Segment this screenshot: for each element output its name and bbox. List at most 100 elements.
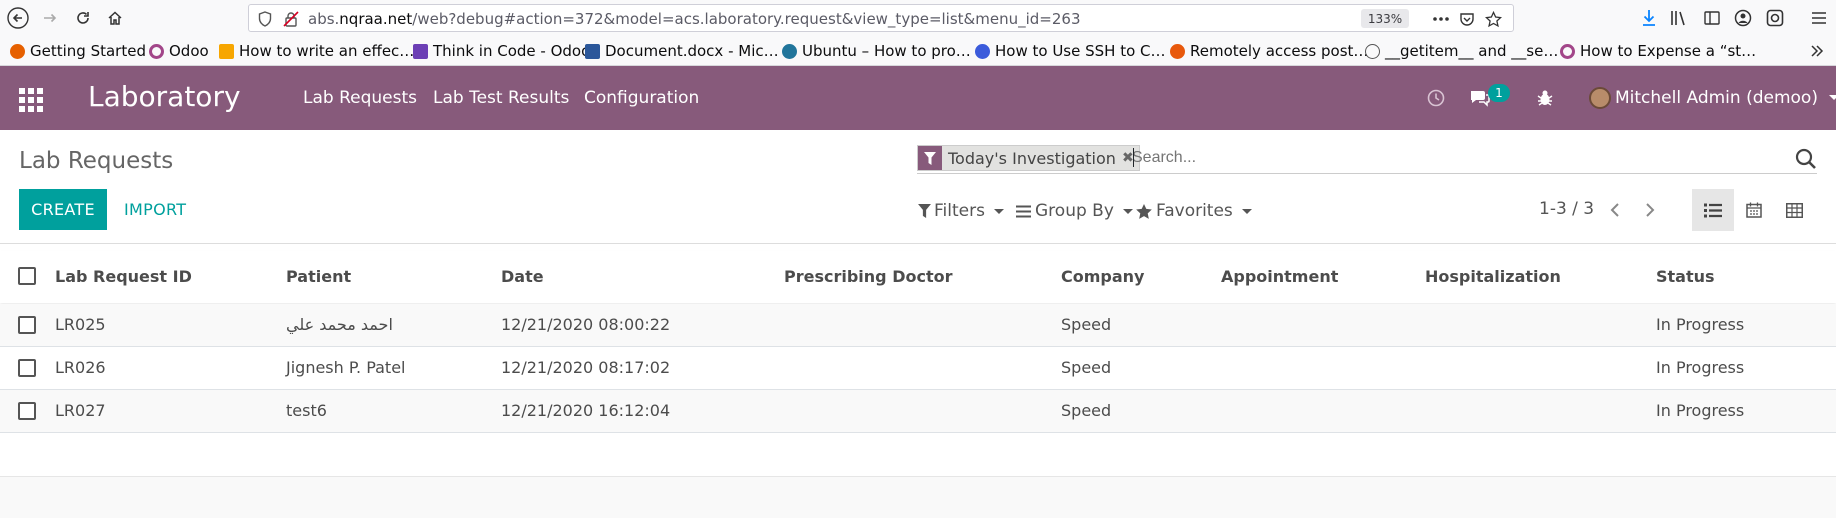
menu-lab-requests[interactable]: Lab Requests <box>303 88 417 108</box>
list-view-button[interactable] <box>1692 189 1734 231</box>
calendar-view-button[interactable] <box>1733 189 1775 231</box>
user-menu[interactable]: Mitchell Admin (demoo) <box>1615 88 1836 108</box>
bookmark-document-docx[interactable]: Document.docx - Mic… <box>585 42 779 60</box>
hamburger-icon <box>1812 12 1826 24</box>
row-checkbox[interactable] <box>18 316 36 334</box>
home-button[interactable] <box>103 6 127 30</box>
pager-previous-button[interactable] <box>1603 198 1627 222</box>
caret-down-icon <box>1122 208 1133 214</box>
row-checkbox[interactable] <box>18 402 36 420</box>
app-brand[interactable]: Laboratory <box>88 80 241 113</box>
bookmark-getitem[interactable]: __getitem__ and __se… <box>1365 42 1558 60</box>
bookmark-how-to-write[interactable]: How to write an effec… <box>219 42 414 60</box>
cell-company: Speed <box>1061 315 1112 334</box>
column-header-hospitalization[interactable]: Hospitalization <box>1425 267 1561 286</box>
downloads-button[interactable] <box>1637 6 1661 30</box>
column-header-prescribing-doctor[interactable]: Prescribing Doctor <box>784 267 953 286</box>
back-arrow-icon <box>7 7 29 29</box>
bookmark-ubuntu[interactable]: Ubuntu – How to pro… <box>782 42 971 60</box>
shield-icon[interactable] <box>256 10 274 28</box>
reload-button[interactable] <box>71 6 95 30</box>
pocket-icon[interactable] <box>1458 10 1476 28</box>
odoo-icon <box>149 43 164 59</box>
bookmark-getting-started[interactable]: Getting Started <box>10 42 146 60</box>
bookmarks-overflow-button[interactable] <box>1810 42 1824 60</box>
menu-configuration[interactable]: Configuration <box>584 88 699 108</box>
back-button[interactable] <box>6 6 30 30</box>
table-row[interactable]: LR026 Jignesh P. Patel 12/21/2020 08:17:… <box>0 347 1836 390</box>
cell-company: Speed <box>1061 401 1112 420</box>
caret-down-icon <box>1241 208 1252 214</box>
column-header-date[interactable]: Date <box>501 267 544 286</box>
askubuntu-icon <box>1170 43 1185 59</box>
bookmark-label: Think in Code - Odoo <box>433 42 591 60</box>
bookmark-label: How to Expense a “st… <box>1580 42 1757 60</box>
pivot-view-button[interactable] <box>1773 189 1815 231</box>
debug-bug-icon[interactable] <box>1535 86 1555 110</box>
filters-dropdown[interactable]: Filters <box>918 200 1004 222</box>
bookmark-ssh[interactable]: How to Use SSH to C… <box>975 42 1166 60</box>
sidebar-button[interactable] <box>1700 6 1724 30</box>
filter-icon <box>918 146 942 170</box>
search-facet[interactable]: Today's Investigation ✖ <box>917 145 1140 171</box>
insecure-lock-icon[interactable] <box>282 10 300 28</box>
bookmark-odoo[interactable]: Odoo <box>149 42 209 60</box>
site-icon <box>413 43 428 59</box>
bookmark-label: Document.docx - Mic… <box>605 42 779 60</box>
address-bar[interactable]: abs.nqraa.net/web?debug#action=372&model… <box>248 4 1514 32</box>
calendar-icon <box>1746 202 1762 218</box>
account-button[interactable] <box>1731 6 1755 30</box>
account-icon <box>1734 9 1752 27</box>
row-checkbox[interactable] <box>18 359 36 377</box>
cell-lab-request-id: LR026 <box>55 358 106 377</box>
url-host: nqraa.net <box>339 10 413 28</box>
groupby-dropdown[interactable]: Group By <box>1016 200 1133 222</box>
pager-next-button[interactable] <box>1638 198 1662 222</box>
menu-lab-test-results[interactable]: Lab Test Results <box>433 88 569 108</box>
bookmark-label: How to write an effec… <box>239 42 415 60</box>
column-header-appointment[interactable]: Appointment <box>1221 267 1338 286</box>
pager-value[interactable]: 1-3 / 3 <box>1539 199 1594 219</box>
favorites-dropdown[interactable]: Favorites <box>1136 200 1252 222</box>
cell-lab-request-id: LR027 <box>55 401 106 420</box>
site-icon <box>219 43 234 59</box>
table-row[interactable]: LR027 test6 12/21/2020 16:12:04 Speed In… <box>0 390 1836 433</box>
column-header-patient[interactable]: Patient <box>286 267 351 286</box>
zoom-level-badge[interactable]: 133% <box>1361 9 1409 28</box>
download-icon <box>1643 10 1655 26</box>
apps-menu-icon[interactable] <box>19 88 43 112</box>
user-avatar[interactable] <box>1589 87 1611 109</box>
column-header-status[interactable]: Status <box>1656 267 1715 286</box>
menu-button[interactable] <box>1807 6 1831 30</box>
list-bars-icon <box>1016 205 1031 217</box>
activity-clock-icon[interactable] <box>1426 86 1446 110</box>
search-icon[interactable] <box>1795 148 1817 170</box>
select-all-checkbox[interactable] <box>18 267 36 285</box>
cell-status: In Progress <box>1656 358 1745 377</box>
import-button[interactable]: IMPORT <box>124 189 186 230</box>
search-input[interactable] <box>1132 145 1802 171</box>
cell-date: 12/21/2020 08:17:02 <box>501 358 671 377</box>
favorites-label: Favorites <box>1156 201 1233 221</box>
library-button[interactable] <box>1667 6 1691 30</box>
url-path: /web?debug#action=372&model=acs.laborato… <box>412 10 1081 28</box>
page-actions-icon[interactable] <box>1432 10 1450 28</box>
cell-status: In Progress <box>1656 315 1745 334</box>
star-icon <box>1136 203 1152 219</box>
bookmark-expense[interactable]: How to Expense a “st… <box>1560 42 1756 60</box>
bookmark-remotely-access[interactable]: Remotely access post… <box>1170 42 1368 60</box>
control-panel-divider <box>0 243 1836 244</box>
cell-company: Speed <box>1061 358 1112 377</box>
bookmark-label: Getting Started <box>30 42 146 60</box>
column-header-lab-request-id[interactable]: Lab Request ID <box>55 267 192 286</box>
bookmark-think-in-code[interactable]: Think in Code - Odoo <box>413 42 590 60</box>
url-text[interactable]: abs.nqraa.net/web?debug#action=372&model… <box>308 10 1080 28</box>
forward-button[interactable] <box>38 6 62 30</box>
bookmark-star-icon[interactable] <box>1484 10 1502 28</box>
site-icon <box>975 43 990 59</box>
column-header-company[interactable]: Company <box>1061 267 1144 286</box>
create-button[interactable]: CREATE <box>19 189 107 230</box>
extension-button[interactable] <box>1763 6 1787 30</box>
filter-icon <box>918 204 931 218</box>
table-row[interactable]: LR025 احمد محمد علي 12/21/2020 08:00:22 … <box>0 304 1836 347</box>
